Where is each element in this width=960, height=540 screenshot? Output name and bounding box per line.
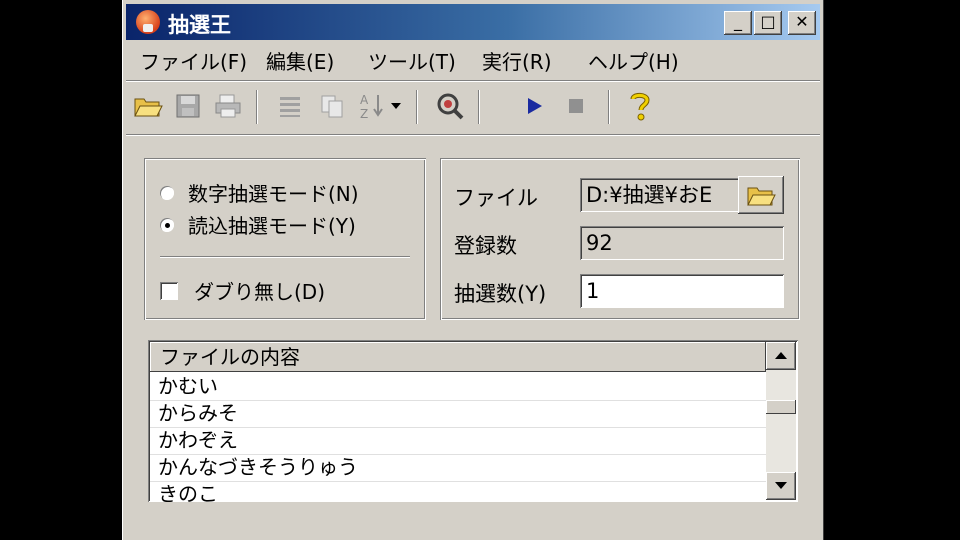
sort-az-icon[interactable]: AZ	[358, 90, 386, 122]
arrow-up-icon	[775, 352, 787, 359]
toolbar: AZ	[126, 82, 820, 132]
file-label: ファイル	[454, 186, 538, 210]
menu-tools[interactable]: ツール(T)	[368, 46, 456, 75]
checkbox-label: ダブり無し(D)	[194, 280, 326, 304]
settings-icon[interactable]	[434, 90, 466, 122]
menu-edit[interactable]: 編集(E)	[266, 46, 334, 75]
list-column-header[interactable]: ファイルの内容	[150, 342, 766, 372]
app-icon[interactable]	[136, 10, 160, 34]
toolbar-separator	[416, 90, 418, 124]
scroll-up-button[interactable]	[766, 342, 796, 370]
arrow-down-icon	[775, 482, 787, 489]
toolbar-separator	[608, 90, 610, 124]
group-divider	[160, 256, 410, 258]
toolbar-separator	[478, 90, 480, 124]
checkbox[interactable]	[160, 281, 178, 300]
draw-count-input[interactable]: 1	[580, 274, 784, 308]
maximize-button[interactable]: □	[754, 11, 782, 35]
close-button[interactable]: ✕	[788, 11, 816, 35]
file-group: ファイル D:¥抽選¥おE 登録数 92 抽選数(Y) 1	[440, 158, 800, 320]
print-icon[interactable]	[212, 90, 244, 122]
window-title: 抽選王	[168, 13, 231, 37]
dropdown-arrow-icon[interactable]	[388, 90, 404, 122]
file-path-field[interactable]: D:¥抽選¥おE	[580, 178, 740, 212]
help-icon[interactable]	[624, 90, 656, 122]
minimize-button[interactable]: _	[724, 11, 752, 35]
vertical-scrollbar[interactable]	[766, 342, 796, 500]
count-label: 登録数	[454, 234, 517, 258]
checkbox-no-duplicates[interactable]: ダブり無し(D)	[160, 276, 325, 305]
list-icon[interactable]	[274, 90, 306, 122]
menu-help[interactable]: ヘルプ(H)	[588, 46, 679, 75]
list-rows: かむい からみそ かわぞえ かんなづきそうりゅう きのこ	[150, 374, 766, 502]
menu-file[interactable]: ファイル(F)	[140, 46, 247, 75]
list-item[interactable]: かわぞえ	[150, 428, 766, 455]
toolbar-separator-bottom	[126, 134, 820, 136]
list-item[interactable]: かんなづきそうりゅう	[150, 455, 766, 482]
open-folder-icon	[747, 187, 776, 206]
menu-bar: ファイル(F) 編集(E) ツール(T) 実行(R) ヘルプ(H)	[126, 42, 820, 78]
app-window: 抽選王 _ □ ✕ ファイル(F) 編集(E) ツール(T) 実行(R) ヘルプ…	[122, 0, 824, 540]
draw-count-label: 抽選数(Y)	[454, 282, 547, 306]
copy-icon[interactable]	[316, 90, 348, 122]
list-item[interactable]: かむい	[150, 374, 766, 401]
radio-button[interactable]	[160, 185, 174, 200]
count-field: 92	[580, 226, 784, 260]
browse-button[interactable]	[738, 176, 784, 214]
toolbar-separator	[256, 90, 258, 124]
title-bar[interactable]: 抽選王 _ □ ✕	[126, 4, 820, 40]
scroll-thumb[interactable]	[766, 400, 796, 414]
menu-run[interactable]: 実行(R)	[482, 46, 552, 75]
svg-text:Z: Z	[360, 107, 368, 121]
list-item[interactable]: からみそ	[150, 401, 766, 428]
radio-read-label: 読込抽選モード(Y)	[188, 214, 356, 238]
radio-numeric-label: 数字抽選モード(N)	[188, 182, 359, 206]
list-item[interactable]: きのこ	[150, 482, 766, 502]
file-content-list[interactable]: ファイルの内容 かむい からみそ かわぞえ かんなづきそうりゅう きのこ	[148, 340, 798, 502]
scroll-down-button[interactable]	[766, 472, 796, 500]
radio-read-mode[interactable]: 読込抽選モード(Y)	[160, 210, 356, 239]
play-icon[interactable]	[518, 90, 550, 122]
mode-group: 数字抽選モード(N) 読込抽選モード(Y) ダブり無し(D)	[144, 158, 426, 320]
radio-button-selected[interactable]	[160, 217, 174, 232]
svg-text:A: A	[360, 93, 369, 107]
radio-numeric-mode[interactable]: 数字抽選モード(N)	[160, 178, 359, 207]
stop-icon[interactable]	[560, 90, 592, 122]
save-icon[interactable]	[172, 90, 204, 122]
open-folder-icon[interactable]	[132, 90, 164, 122]
